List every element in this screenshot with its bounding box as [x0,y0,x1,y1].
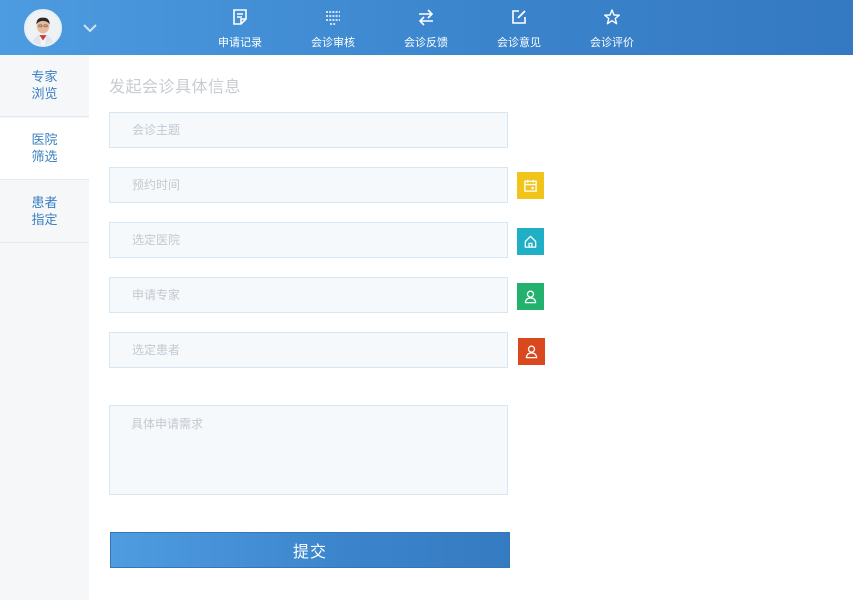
nav-label: 申请记录 [218,36,262,49]
nav-label: 会诊意见 [497,36,541,49]
submit-button[interactable]: 提交 [110,532,510,568]
hospital-input[interactable] [109,222,508,258]
nav-label: 会诊反馈 [404,36,448,49]
avatar-portrait-icon [26,11,60,45]
nav-label: 会诊审核 [311,36,355,49]
nav-label: 会诊评价 [590,36,634,49]
sidebar-item-hospital-filter[interactable]: 医院筛选 [0,118,89,180]
user-icon [525,345,538,359]
home-icon [524,235,537,248]
patient-input[interactable] [109,332,508,368]
sidebar: 专家浏览 医院筛选 患者指定 [0,55,89,600]
sidebar-item-label: 医院筛选 [31,132,58,165]
edit-square-icon [512,10,526,24]
expert-input[interactable] [109,277,508,313]
user-icon [524,290,537,304]
swap-arrows-icon [418,9,434,26]
calendar-icon [524,179,537,192]
select-hospital-button[interactable] [517,228,544,255]
topic-input[interactable] [109,112,508,148]
page-title: 发起会诊具体信息 [109,77,242,96]
nav-consultation-feedback[interactable]: 会诊反馈 [396,0,456,55]
sidebar-item-expert-browse[interactable]: 专家浏览 [0,55,89,117]
nav-apply-records[interactable]: 申请记录 [210,0,270,55]
select-patient-button[interactable] [518,338,545,365]
sidebar-item-label: 患者指定 [31,195,58,228]
appointment-time-input[interactable] [109,167,508,203]
requirements-textarea[interactable] [109,405,508,495]
nav-consultation-review[interactable]: 会诊审核 [303,0,363,55]
select-expert-button[interactable] [517,283,544,310]
sidebar-item-label: 专家浏览 [31,69,58,102]
top-navigation-bar: 申请记录 会诊审核 会诊反馈 会诊意见 会诊评价 [0,0,853,55]
sidebar-item-patient-assign[interactable]: 患者指定 [0,181,89,243]
list-icon [326,11,340,25]
nav-consultation-opinion[interactable]: 会诊意见 [489,0,549,55]
chevron-down-icon[interactable] [82,20,98,34]
calendar-button[interactable] [517,172,544,199]
nav-consultation-rating[interactable]: 会诊评价 [582,0,642,55]
edit-document-icon [233,9,247,25]
star-icon [604,9,620,25]
user-avatar[interactable] [24,9,62,47]
